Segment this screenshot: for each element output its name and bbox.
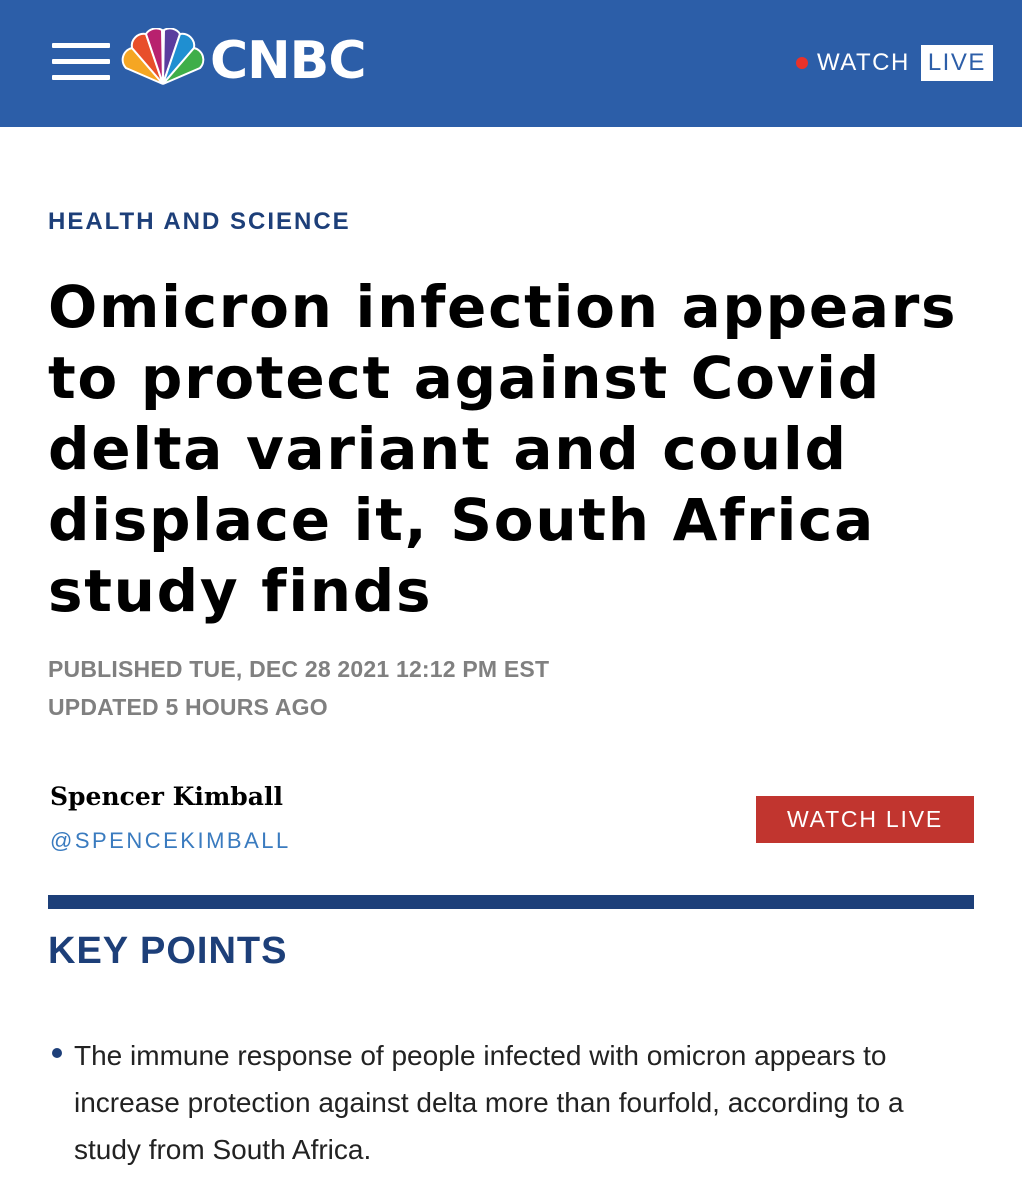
bullet-icon [52, 1048, 62, 1058]
peacock-logo-icon[interactable] [118, 28, 208, 86]
watch-live-button[interactable]: WATCH LIVE [756, 796, 974, 843]
menu-icon[interactable] [52, 43, 110, 81]
key-points-title: KEY POINTS [48, 930, 288, 972]
author-name[interactable]: Spencer Kimball [50, 782, 283, 811]
header-watch-label: WATCH [817, 49, 910, 76]
header-live-badge: LIVE [920, 45, 993, 81]
header-watch-live-link[interactable]: WATCH LIVE [796, 45, 993, 81]
cnbc-logo-text[interactable]: CNBC [210, 30, 366, 92]
published-timestamp: PUBLISHED TUE, DEC 28 2021 12:12 PM EST [48, 656, 550, 682]
key-point-item: The immune response of people infected w… [74, 1040, 904, 1165]
live-dot-icon [796, 57, 808, 69]
updated-timestamp: UPDATED 5 HOURS AGO [48, 694, 328, 720]
article-headline: Omicron infection appears to protect aga… [48, 273, 958, 625]
key-points-divider [48, 895, 974, 909]
article-section-link[interactable]: HEALTH AND SCIENCE [48, 208, 351, 236]
top-navigation-bar: CNBC WATCH LIVE [0, 0, 1022, 127]
author-twitter-handle[interactable]: @SPENCEKIMBALL [50, 828, 291, 854]
